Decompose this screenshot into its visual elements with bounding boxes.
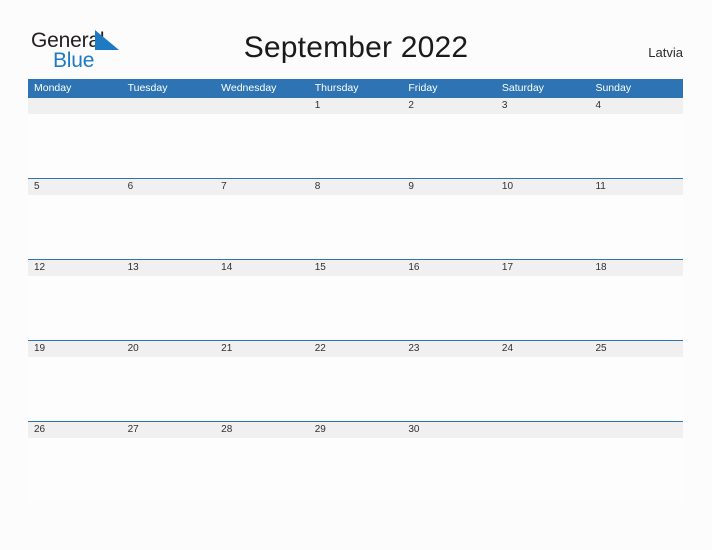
day-number[interactable]: 29 <box>309 422 403 438</box>
day-number[interactable]: 16 <box>402 260 496 276</box>
day-number[interactable]: 26 <box>28 422 122 438</box>
week-row: 19 20 21 22 23 24 25 <box>28 340 683 421</box>
week-date-band: 26 27 28 29 30 <box>28 421 683 438</box>
week-note-area <box>28 438 683 502</box>
page-header: General Blue September 2022 Latvia <box>0 0 712 78</box>
weekday-header-thursday: Thursday <box>314 82 359 94</box>
day-number[interactable]: 14 <box>215 260 309 276</box>
day-note-cell[interactable] <box>122 195 216 259</box>
day-number[interactable]: 15 <box>309 260 403 276</box>
week-row: 1 2 3 4 <box>28 97 683 178</box>
day-number[interactable]: 27 <box>122 422 216 438</box>
day-number[interactable]: 20 <box>122 341 216 357</box>
day-number[interactable]: 8 <box>309 179 403 195</box>
week-note-area <box>28 276 683 340</box>
day-number[interactable]: 22 <box>309 341 403 357</box>
day-number[interactable] <box>496 422 590 438</box>
day-number[interactable]: 21 <box>215 341 309 357</box>
day-note-cell[interactable] <box>402 438 496 502</box>
week-note-area <box>28 195 683 259</box>
day-note-cell[interactable] <box>309 276 403 340</box>
day-note-cell[interactable] <box>122 276 216 340</box>
day-number[interactable]: 30 <box>402 422 496 438</box>
weekday-header-monday: Monday <box>34 82 72 94</box>
day-note-cell[interactable] <box>28 195 122 259</box>
day-number[interactable]: 18 <box>589 260 683 276</box>
day-number[interactable]: 12 <box>28 260 122 276</box>
day-number[interactable] <box>28 98 122 114</box>
day-number[interactable]: 7 <box>215 179 309 195</box>
day-number[interactable]: 23 <box>402 341 496 357</box>
day-number[interactable]: 10 <box>496 179 590 195</box>
day-number[interactable]: 2 <box>402 98 496 114</box>
day-note-cell[interactable] <box>215 195 309 259</box>
day-note-cell[interactable] <box>589 438 683 502</box>
week-date-band: 1 2 3 4 <box>28 97 683 114</box>
week-date-band: 5 6 7 8 9 10 11 <box>28 178 683 195</box>
day-number[interactable]: 19 <box>28 341 122 357</box>
day-note-cell[interactable] <box>122 357 216 421</box>
weekday-header-saturday: Saturday <box>501 82 544 94</box>
day-number[interactable]: 3 <box>496 98 590 114</box>
day-note-cell[interactable] <box>496 438 590 502</box>
day-note-cell[interactable] <box>402 114 496 178</box>
day-note-cell[interactable] <box>402 195 496 259</box>
page-title: September 2022 <box>243 31 469 64</box>
day-note-cell[interactable] <box>28 357 122 421</box>
day-note-cell[interactable] <box>28 438 122 502</box>
weekday-header-row: Monday Tuesday Wednesday Thursday Friday… <box>28 79 683 97</box>
day-note-cell[interactable] <box>215 438 309 502</box>
day-note-cell[interactable] <box>589 195 683 259</box>
weekday-header-friday: Friday <box>408 82 438 94</box>
day-note-cell[interactable] <box>589 276 683 340</box>
day-number[interactable]: 1 <box>309 98 403 114</box>
day-number[interactable]: 17 <box>496 260 590 276</box>
day-note-cell[interactable] <box>402 276 496 340</box>
day-note-cell[interactable] <box>215 114 309 178</box>
day-note-cell[interactable] <box>496 114 590 178</box>
weekday-header-tuesday: Tuesday <box>127 82 168 94</box>
day-number[interactable] <box>122 98 216 114</box>
day-number[interactable]: 9 <box>402 179 496 195</box>
day-note-cell[interactable] <box>309 438 403 502</box>
day-number[interactable]: 28 <box>215 422 309 438</box>
day-number[interactable]: 11 <box>589 179 683 195</box>
day-note-cell[interactable] <box>215 357 309 421</box>
day-number[interactable] <box>589 422 683 438</box>
week-row: 26 27 28 29 30 <box>28 421 683 502</box>
day-note-cell[interactable] <box>309 195 403 259</box>
week-row: 5 6 7 8 9 10 11 <box>28 178 683 259</box>
day-note-cell[interactable] <box>215 276 309 340</box>
day-note-cell[interactable] <box>496 357 590 421</box>
calendar-page: General Blue September 2022 Latvia Monda… <box>0 0 712 550</box>
week-note-area <box>28 114 683 178</box>
day-number[interactable]: 5 <box>28 179 122 195</box>
day-number[interactable]: 4 <box>589 98 683 114</box>
day-note-cell[interactable] <box>309 114 403 178</box>
calendar-grid: Monday Tuesday Wednesday Thursday Friday… <box>28 79 683 502</box>
day-note-cell[interactable] <box>122 438 216 502</box>
country-label: Latvia <box>648 45 683 60</box>
weekday-header-wednesday: Wednesday <box>221 82 277 94</box>
day-note-cell[interactable] <box>496 195 590 259</box>
day-note-cell[interactable] <box>28 276 122 340</box>
day-note-cell[interactable] <box>496 276 590 340</box>
weekday-header-sunday: Sunday <box>595 82 632 94</box>
week-row: 12 13 14 15 16 17 18 <box>28 259 683 340</box>
week-date-band: 12 13 14 15 16 17 18 <box>28 259 683 276</box>
day-note-cell[interactable] <box>309 357 403 421</box>
day-note-cell[interactable] <box>28 114 122 178</box>
day-number[interactable]: 6 <box>122 179 216 195</box>
week-note-area <box>28 357 683 421</box>
week-date-band: 19 20 21 22 23 24 25 <box>28 340 683 357</box>
day-note-cell[interactable] <box>589 357 683 421</box>
day-note-cell[interactable] <box>122 114 216 178</box>
day-note-cell[interactable] <box>402 357 496 421</box>
day-note-cell[interactable] <box>589 114 683 178</box>
day-number[interactable]: 25 <box>589 341 683 357</box>
day-number[interactable]: 13 <box>122 260 216 276</box>
day-number[interactable]: 24 <box>496 341 590 357</box>
day-number[interactable] <box>215 98 309 114</box>
